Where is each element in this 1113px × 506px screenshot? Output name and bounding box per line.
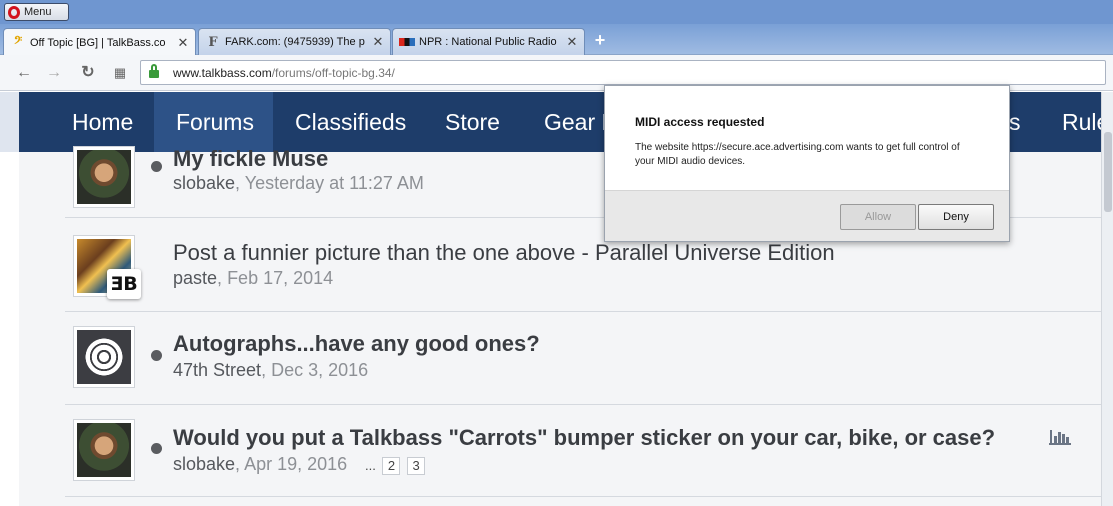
tab-strip: 𝄢 Off Topic [BG] | TalkBass.co ✕ F FARK.… — [0, 24, 1113, 56]
title-bar: Menu — [0, 0, 1113, 24]
thread-title[interactable]: Post a funnier picture than the one abov… — [173, 240, 835, 266]
dialog-message: The website https://secure.ace.advertisi… — [635, 142, 960, 167]
page-link[interactable]: 2 — [382, 457, 401, 475]
scroll-thumb[interactable] — [1104, 132, 1112, 212]
thread-author[interactable]: paste — [173, 268, 217, 288]
deny-button[interactable]: Deny — [918, 204, 994, 230]
tab-talkbass[interactable]: 𝄢 Off Topic [BG] | TalkBass.co ✕ — [3, 28, 196, 56]
back-arrow-icon[interactable]: ← — [14, 63, 34, 83]
close-tab-icon[interactable]: ✕ — [566, 34, 578, 50]
thread-author[interactable]: slobake — [173, 454, 235, 474]
thread-title[interactable]: Autographs...have any good ones? — [173, 331, 540, 357]
avatar[interactable] — [73, 146, 135, 208]
thread-date: Dec 3, 2016 — [271, 360, 369, 380]
thread-row: Autographs...have any good ones? 47th St… — [65, 312, 1101, 405]
page-link[interactable]: 3 — [407, 457, 426, 475]
status-dot — [151, 161, 162, 172]
page-links: ... 2 3 — [365, 457, 426, 475]
thread-date: Feb 17, 2014 — [227, 268, 334, 288]
avatar[interactable] — [73, 326, 135, 388]
speed-dial-grid-icon[interactable]: ▦ — [110, 63, 130, 83]
menu-label: Menu — [24, 6, 52, 18]
midi-permission-dialog: MIDI access requested The website https:… — [604, 85, 1010, 242]
thread-meta: paste, Feb 17, 2014 — [173, 268, 334, 288]
thread-author[interactable]: 47th Street — [173, 360, 261, 380]
reload-icon[interactable]: ↻ — [78, 63, 98, 83]
tab-title: Off Topic [BG] | TalkBass.co — [30, 36, 166, 49]
lock-icon — [149, 64, 159, 78]
nav-classifieds[interactable]: Classifieds — [295, 92, 406, 152]
close-tab-icon[interactable]: ✕ — [177, 35, 189, 51]
opera-logo-icon — [8, 5, 20, 19]
tab-title: NPR : National Public Radio — [419, 36, 557, 48]
stats-bar-chart-icon[interactable] — [1049, 427, 1071, 445]
tab-npr[interactable]: NPR : National Public Radio ✕ — [392, 28, 585, 55]
close-tab-icon[interactable]: ✕ — [372, 34, 384, 50]
forward-arrow-icon[interactable]: → — [44, 63, 64, 83]
nav-partial-item[interactable]: s — [1009, 92, 1021, 152]
thread-meta: 47th Street, Dec 3, 2016 — [173, 360, 369, 380]
thread-date: Yesterday at 11:27 AM — [244, 173, 424, 193]
nav-home[interactable]: Home — [72, 92, 133, 152]
rose-icon — [85, 338, 123, 376]
pages-ellipsis: ... — [365, 458, 376, 473]
badge-icon: ƎB — [107, 269, 141, 299]
thread-author[interactable]: slobake — [173, 173, 235, 193]
fark-favicon-icon: F — [208, 34, 218, 50]
npr-favicon-icon — [399, 38, 415, 46]
tab-fark[interactable]: F FARK.com: (9475939) The p ✕ — [198, 28, 391, 55]
page-scrollbar[interactable] — [1101, 92, 1113, 506]
thread-meta: slobake, Yesterday at 11:27 AM — [173, 173, 424, 193]
dialog-title: MIDI access requested — [635, 115, 765, 129]
opera-menu-button[interactable]: Menu — [4, 3, 69, 21]
address-bar[interactable]: www.talkbass.com/forums/off-topic-bg.34/ — [140, 60, 1106, 85]
nav-forums[interactable]: Forums — [154, 92, 273, 152]
status-dot — [151, 350, 162, 361]
allow-button[interactable]: Allow — [840, 204, 916, 230]
status-dot — [151, 443, 162, 454]
avatar[interactable] — [73, 419, 135, 481]
thread-row: Would you put a Talkbass "Carrots" bumpe… — [65, 405, 1101, 497]
nav-store[interactable]: Store — [445, 92, 500, 152]
thread-title[interactable]: Would you put a Talkbass "Carrots" bumpe… — [173, 425, 995, 451]
url-text: www.talkbass.com/forums/off-topic-bg.34/ — [173, 66, 395, 80]
new-tab-icon[interactable]: + — [590, 30, 610, 50]
bass-clef-favicon-icon: 𝄢 — [13, 35, 23, 50]
thread-meta: slobake, Apr 19, 2016 — [173, 454, 348, 474]
tab-title: FARK.com: (9475939) The p — [225, 36, 365, 48]
thread-title[interactable]: My fickle Muse — [173, 146, 328, 172]
thread-date: Apr 19, 2016 — [244, 454, 348, 474]
